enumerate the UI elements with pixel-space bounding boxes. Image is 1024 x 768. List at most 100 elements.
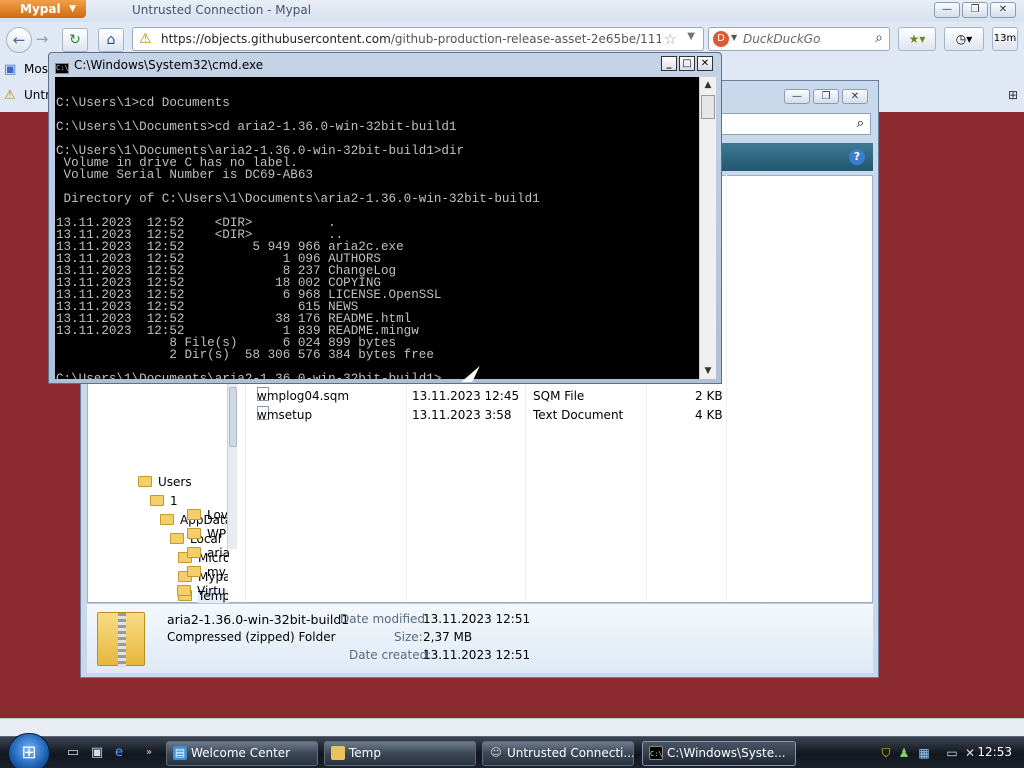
volume-muted-icon[interactable]: ✕	[962, 745, 978, 761]
taskbar-button-label: Untrusted Connecti...	[507, 746, 634, 760]
tree-node-virtual[interactable]: Virtu	[177, 582, 227, 601]
shield-icon[interactable]: ⛉	[878, 745, 894, 761]
minimize-button[interactable]: —	[934, 2, 960, 18]
taskbar-button-mypal[interactable]: ☺ Untrusted Connecti...	[482, 741, 634, 766]
app-menu-label: Mypal	[20, 2, 61, 16]
history-button[interactable]: ◷▾	[944, 27, 984, 51]
date-modified-value: 13.11.2023 12:51	[423, 612, 531, 626]
cmd-scroll-thumb[interactable]	[701, 95, 715, 119]
system-tray: ⛉ ♟ ▦ ▭ ✕ 12:53	[872, 738, 1024, 768]
taskbar-button-label: Welcome Center	[191, 746, 291, 760]
internet-explorer-icon[interactable]: e	[110, 745, 128, 761]
file-row[interactable]: wmplog04.sqm 13.11.2023 12:45 SQM File 2…	[249, 387, 869, 406]
cmd-close-button[interactable]: ✕	[697, 56, 713, 71]
scroll-up-icon[interactable]: ▲	[700, 77, 716, 93]
cmd-icon: C:\	[55, 63, 69, 74]
switch-windows-icon[interactable]: ▣	[88, 745, 106, 761]
quicklaunch-overflow-icon[interactable]: »	[140, 745, 158, 761]
cmd-maximize-button[interactable]: □	[679, 56, 695, 71]
search-icon[interactable]: ⌕	[857, 116, 864, 131]
file-date: 13.11.2023 3:58	[412, 408, 512, 422]
browser-titlebar: Mypal ▼ Untrusted Connection - Mypal — ❐…	[0, 0, 1024, 22]
reload-button[interactable]: ↻	[62, 28, 88, 52]
scroll-down-icon[interactable]: ▼	[700, 363, 716, 379]
bookmarks-button[interactable]: ★▾	[898, 27, 936, 51]
tree-label: Lov	[207, 508, 228, 522]
console-output-area[interactable]: C:\Users\1>cd Documents C:\Users\1\Docum…	[55, 77, 699, 379]
tree-scroll-thumb[interactable]	[229, 387, 237, 447]
size-value: 2,37 MB	[423, 630, 473, 644]
file-type: SQM File	[533, 389, 585, 403]
selected-file-kind: Compressed (zipped) Folder	[167, 630, 336, 644]
taskbar-button-label: Temp	[349, 746, 381, 760]
explorer-minimize-button[interactable]: —	[784, 89, 810, 104]
explorer-command-bar: ?	[721, 143, 873, 171]
search-bar[interactable]: D ▼ DuckDuckGo ⌕	[708, 27, 890, 51]
home-button[interactable]: ⌂	[98, 28, 124, 52]
app-menu-button[interactable]: Mypal ▼	[0, 0, 86, 18]
start-button[interactable]: ⊞	[8, 733, 50, 768]
search-engine-dropdown-icon[interactable]: ▼	[731, 33, 737, 42]
tab-label: Untr	[24, 88, 51, 102]
forward-button[interactable]: →	[32, 27, 52, 53]
back-button[interactable]: ←	[6, 27, 32, 53]
explorer-search-field[interactable]: ⌕	[721, 113, 871, 135]
console-text: C:\Users\1>cd Documents C:\Users\1\Docum…	[56, 96, 540, 379]
taskbar-button-temp[interactable]: Temp	[324, 741, 476, 766]
restore-button[interactable]: ❐	[962, 2, 988, 18]
tree-node-my[interactable]: my	[187, 563, 235, 582]
help-icon[interactable]: ?	[849, 149, 865, 165]
cmd-icon: C:\	[649, 746, 663, 760]
bookmark-item[interactable]: ▣ Mos	[0, 58, 50, 82]
taskbar-button-cmd[interactable]: C:\ C:\Windows\Syste...	[642, 741, 796, 766]
monitor-icon[interactable]: ▭	[944, 745, 960, 761]
addon-button[interactable]: 13m	[992, 27, 1018, 51]
explorer-close-button[interactable]: ✕	[842, 89, 868, 104]
window-controls: — ❐ ✕	[934, 2, 1016, 18]
file-row[interactable]: wmsetup 13.11.2023 3:58 Text Document 4 …	[249, 406, 869, 425]
folder-icon	[177, 585, 191, 596]
url-host: https://objects.githubusercontent.com	[161, 32, 391, 46]
tree-scrollbar[interactable]	[227, 383, 237, 549]
window-title: Untrusted Connection - Mypal	[132, 3, 312, 17]
bookmarks-icon: ★▾	[908, 32, 926, 46]
duckduckgo-icon[interactable]: D	[713, 31, 729, 47]
bookmark-star-icon[interactable]: ☆	[664, 30, 677, 48]
date-modified-label: Date modified:	[340, 612, 430, 626]
reload-icon: ↻	[69, 32, 81, 48]
taskbar-button-welcome-center[interactable]: ▤ Welcome Center	[166, 741, 318, 766]
date-created-value: 13.11.2023 12:51	[423, 648, 531, 662]
url-bar[interactable]: ⚠ https://objects.githubusercontent.com/…	[132, 27, 704, 51]
cmd-titlebar: C:\ C:\Windows\System32\cmd.exe	[55, 57, 263, 74]
search-icon[interactable]: ⌕	[875, 30, 883, 46]
tab-untrusted[interactable]: ⚠ Untr	[0, 84, 50, 108]
size-label: Size:	[394, 630, 423, 644]
selected-file-name: aria2-1.36.0-win-32bit-build1	[167, 612, 350, 627]
zip-folder-icon	[97, 612, 145, 667]
welcome-center-icon: ▤	[173, 746, 187, 760]
folder-icon	[187, 566, 201, 577]
tab-list-icon[interactable]: ⊞	[1008, 88, 1018, 102]
tree-label: my	[207, 565, 226, 579]
explorer-restore-button[interactable]: ❐	[813, 89, 839, 104]
cmd-minimize-button[interactable]: _	[661, 56, 677, 71]
file-size: 2 KB	[695, 389, 723, 403]
details-pane: aria2-1.36.0-win-32bit-build1 Compressed…	[87, 603, 873, 673]
file-name: wmplog04.sqm	[257, 389, 350, 403]
bookmark-label: Mos	[24, 62, 48, 76]
show-desktop-icon[interactable]: ▭	[64, 745, 82, 761]
folder-icon	[187, 528, 201, 539]
clock[interactable]: 12:53	[977, 745, 1012, 759]
forward-arrow-icon: →	[35, 30, 49, 48]
cmd-window-controls: _ □ ✕	[661, 56, 713, 71]
search-placeholder: DuckDuckGo	[743, 32, 821, 46]
home-icon: ⌂	[106, 32, 116, 48]
folder-icon	[187, 547, 201, 558]
network-icon[interactable]: ▦	[916, 745, 932, 761]
cmd-scrollbar[interactable]: ▲ ▼	[699, 77, 716, 379]
file-name: wmsetup	[257, 408, 313, 422]
url-path: /github-production-release-asset-2e65be/…	[390, 32, 661, 46]
close-button[interactable]: ✕	[990, 2, 1016, 18]
users-icon[interactable]: ♟	[896, 745, 912, 761]
url-dropdown-icon[interactable]: ▼	[687, 31, 695, 42]
